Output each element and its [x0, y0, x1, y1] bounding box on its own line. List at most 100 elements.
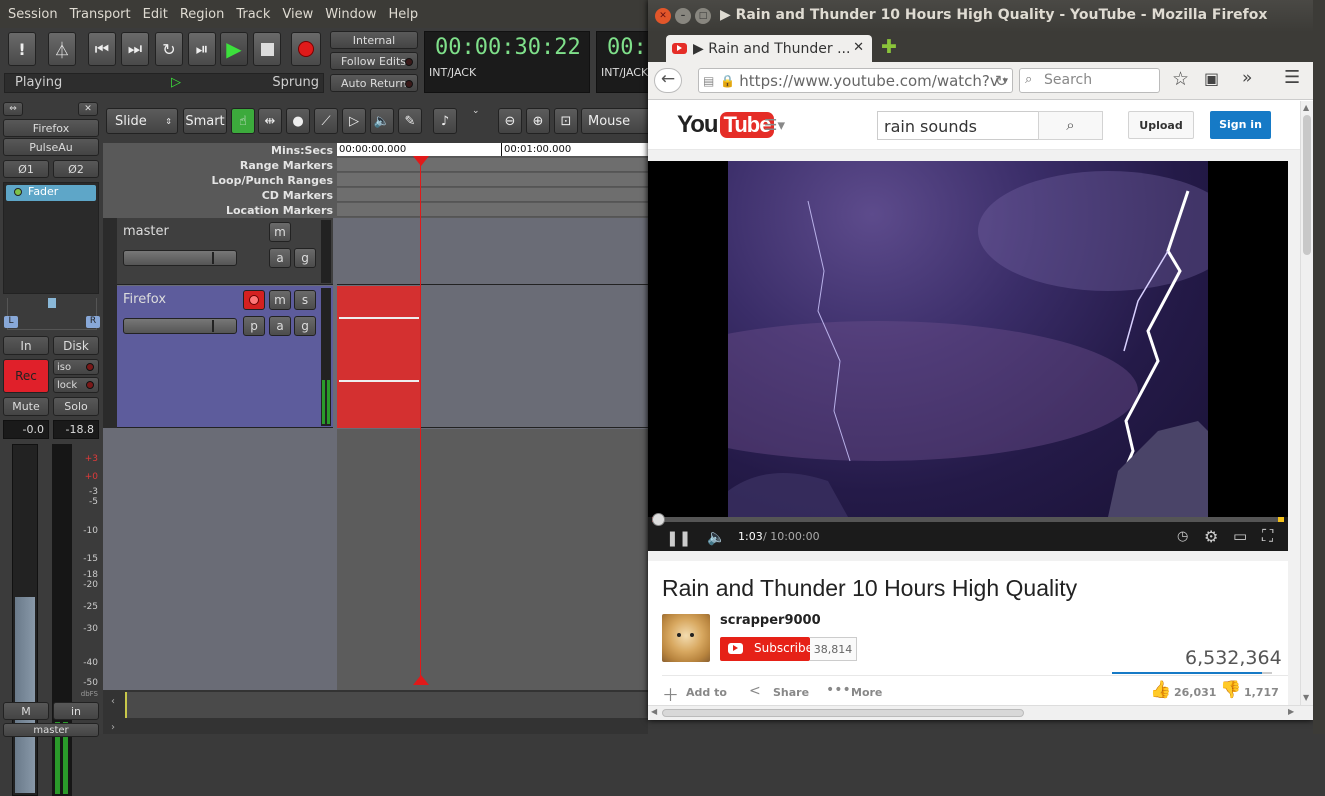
- firefox-automation-button[interactable]: a: [269, 316, 291, 336]
- secondary-clock[interactable]: 00: INT/JACK: [596, 31, 656, 93]
- solo-lock-button[interactable]: lock: [53, 377, 99, 393]
- guide-menu-icon[interactable]: ☰▾: [764, 116, 785, 134]
- menu-track[interactable]: Track: [230, 7, 276, 22]
- page-info-icon[interactable]: ▤: [703, 74, 714, 88]
- phase-invert-2-button[interactable]: Ø2: [53, 160, 99, 178]
- auto-return-button[interactable]: Auto Return: [330, 74, 418, 92]
- back-button-icon[interactable]: ←: [654, 68, 682, 93]
- settings-gear-icon[interactable]: ⚙: [1204, 527, 1218, 546]
- monitor-input-button[interactable]: In: [3, 336, 49, 355]
- audition-tool-button[interactable]: 🔈: [370, 108, 394, 134]
- edit-mode-select[interactable]: Slide ⇕: [106, 108, 178, 134]
- page-vertical-scrollbar[interactable]: ▲ ▼: [1300, 101, 1313, 705]
- menu-transport[interactable]: Transport: [64, 7, 137, 22]
- cd-markers-ruler[interactable]: [337, 188, 648, 202]
- follow-edits-button[interactable]: Follow Edits: [330, 52, 418, 70]
- channel-name[interactable]: scrapper9000: [720, 613, 821, 628]
- scroll-right-arrow-icon[interactable]: ▶: [1288, 707, 1294, 716]
- range-markers-ruler[interactable]: [337, 158, 648, 172]
- reading-list-icon[interactable]: ▣: [1204, 69, 1219, 88]
- yt-search-button[interactable]: ⌕: [1038, 111, 1103, 140]
- menu-session[interactable]: Session: [2, 7, 64, 22]
- maximize-window-icon[interactable]: □: [695, 8, 711, 24]
- hamburger-menu-icon[interactable]: ☰: [1284, 67, 1300, 88]
- goto-start-button[interactable]: ⏮: [88, 32, 116, 66]
- scroll-left-arrow-icon[interactable]: ◀: [651, 707, 657, 716]
- panic-button[interactable]: !: [8, 32, 36, 66]
- firefox-rec-button[interactable]: [243, 290, 265, 310]
- scroll-left-icon[interactable]: ‹: [111, 696, 115, 707]
- meter-input-button[interactable]: in: [53, 702, 99, 720]
- firefox-group-button[interactable]: g: [294, 316, 316, 336]
- search-box[interactable]: ⌕ Search: [1019, 68, 1160, 93]
- pause-icon[interactable]: ❚❚: [666, 529, 691, 547]
- gain-display[interactable]: -0.0: [3, 420, 49, 439]
- master-mute-button[interactable]: m: [269, 222, 291, 242]
- menu-view[interactable]: View: [276, 7, 319, 22]
- playhead-line[interactable]: [420, 158, 421, 684]
- theater-mode-icon[interactable]: ▭: [1233, 527, 1247, 545]
- stretch-tool-button[interactable]: ▷: [342, 108, 366, 134]
- volume-icon[interactable]: 🔈: [707, 528, 726, 546]
- add-to-plus-icon[interactable]: ＋: [662, 681, 679, 705]
- track-header-master[interactable]: master m a g: [117, 218, 333, 285]
- thumbs-up-icon[interactable]: 👍: [1150, 680, 1171, 700]
- sign-in-button[interactable]: Sign in: [1210, 111, 1271, 139]
- strip-width-button[interactable]: ⇔: [3, 102, 23, 116]
- internal-edit-button[interactable]: ♪: [433, 108, 457, 134]
- smart-mode-button[interactable]: Smart: [183, 108, 227, 134]
- monitor-disk-button[interactable]: Disk: [53, 336, 99, 355]
- strip-name-button[interactable]: Firefox: [3, 119, 99, 137]
- zoom-fit-button[interactable]: ⊡: [554, 108, 578, 134]
- panner[interactable]: L R: [4, 298, 100, 330]
- menu-edit[interactable]: Edit: [137, 7, 174, 22]
- tab-youtube[interactable]: ▶ Rain and Thunder ... ✕: [666, 35, 872, 62]
- firefox-solo-button[interactable]: s: [294, 290, 316, 310]
- dropdown-arrow-icon[interactable]: ⌄: [472, 106, 480, 116]
- subscribe-button[interactable]: Subscribe: [720, 637, 813, 661]
- rec-enable-button[interactable]: Rec: [3, 359, 49, 393]
- goto-end-button[interactable]: ⏭: [121, 32, 149, 66]
- zoom-in-button[interactable]: ⊕: [526, 108, 550, 134]
- page-horizontal-scrollbar[interactable]: ◀ ▶: [648, 705, 1313, 720]
- menu-window[interactable]: Window: [319, 7, 382, 22]
- master-automation-button[interactable]: a: [269, 248, 291, 268]
- progress-track[interactable]: [652, 513, 1284, 526]
- scroll-up-arrow-icon[interactable]: ▲: [1303, 103, 1309, 112]
- mute-button[interactable]: Mute: [3, 397, 49, 416]
- peak-display[interactable]: -18.8: [53, 420, 99, 439]
- more-button[interactable]: More: [851, 686, 882, 699]
- play-button[interactable]: ▶: [220, 32, 248, 66]
- internal-sync-button[interactable]: Internal: [330, 31, 418, 49]
- pan-position-handle[interactable]: [48, 298, 56, 308]
- master-track-lane[interactable]: [337, 218, 648, 285]
- summary-pane[interactable]: [125, 692, 648, 718]
- strip-input-button[interactable]: PulseAu: [3, 138, 99, 156]
- loop-button[interactable]: ↻: [155, 32, 183, 66]
- metronome-button[interactable]: ⏃: [48, 32, 76, 66]
- solo-isolate-button[interactable]: iso: [53, 359, 99, 375]
- scroll-right-icon[interactable]: ›: [111, 722, 115, 733]
- strip-output-button[interactable]: master: [3, 723, 99, 737]
- close-tab-icon[interactable]: ✕: [853, 40, 864, 55]
- thumbs-down-icon[interactable]: 👎: [1220, 680, 1241, 700]
- fader-processor[interactable]: Fader: [6, 185, 96, 201]
- menu-help[interactable]: Help: [382, 7, 424, 22]
- phase-invert-1-button[interactable]: Ø1: [3, 160, 49, 178]
- channel-avatar[interactable]: [662, 614, 710, 662]
- video-player[interactable]: ❚❚ 🔈 1:03 / 10:00:00 ◷ ⚙ ▭ ⛶: [648, 161, 1288, 551]
- gain-fader[interactable]: [12, 444, 38, 796]
- progress-scrubber[interactable]: [652, 513, 665, 526]
- firefox-track-lane[interactable]: [337, 286, 648, 428]
- location-markers-ruler[interactable]: [337, 203, 648, 217]
- reload-icon[interactable]: ↻: [995, 72, 1008, 90]
- minsec-ruler[interactable]: 00:00:00.000 00:01:00.000: [337, 143, 648, 157]
- menu-region[interactable]: Region: [174, 7, 231, 22]
- playhead-top-marker[interactable]: [413, 156, 429, 166]
- add-to-button[interactable]: Add to: [686, 686, 727, 699]
- track-header-firefox[interactable]: Firefox m s p a g: [117, 286, 333, 428]
- url-bar[interactable]: ▤ 🔒 https://www.youtube.com/watch?v ▾: [698, 68, 1013, 93]
- gain-tool-button[interactable]: ⟋: [314, 108, 338, 134]
- master-group-button[interactable]: g: [294, 248, 316, 268]
- cut-tool-button[interactable]: ●: [286, 108, 310, 134]
